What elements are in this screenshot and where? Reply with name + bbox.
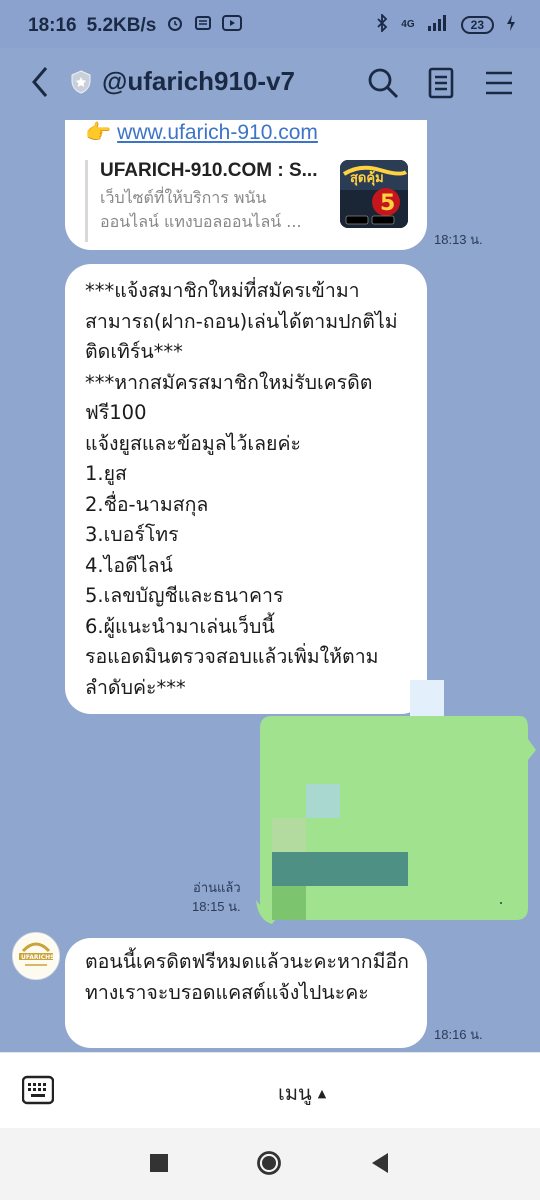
charging-icon (506, 15, 516, 34)
system-navigation-bar (0, 1128, 540, 1200)
search-icon[interactable] (366, 66, 400, 100)
bluetooth-icon (375, 12, 389, 35)
message-notification-icon (194, 14, 212, 38)
svg-text:5: 5 (380, 191, 395, 216)
read-status: อ่านแล้ว (193, 880, 241, 895)
read-receipt: อ่านแล้ว 18:15 น. (192, 878, 241, 916)
user-message-bubble[interactable] (250, 680, 540, 925)
alarm-icon (166, 14, 184, 38)
recent-apps-icon[interactable] (146, 1150, 172, 1176)
status-time: 18:16 (28, 15, 77, 36)
menu-label: เมนู (278, 1081, 312, 1105)
rich-menu-bar: เมนู ▲ (0, 1052, 540, 1129)
website-link[interactable]: www.ufarich-910.com (117, 121, 318, 145)
menu-toggle-button[interactable]: เมนู ▲ (278, 1077, 326, 1109)
battery-level: 23 (460, 15, 494, 34)
network-speed: 5.2KB/s (86, 15, 157, 36)
user-message-time: 18:15 น. (192, 899, 241, 914)
signal-icon (427, 15, 449, 34)
preview-description: เว็บไซต์ที่ให้บริการ พนันออนไลน์ แทงบอลอ… (100, 188, 302, 231)
link-row: 👉 www.ufarich-910.com (85, 120, 318, 145)
back-nav-icon[interactable] (368, 1150, 394, 1176)
account-avatar[interactable]: UFARICH910 (12, 932, 60, 980)
shield-star-icon (70, 70, 92, 94)
link-message-bubble[interactable]: 👉 www.ufarich-910.com UFARICH-910.COM : … (65, 120, 427, 250)
home-icon[interactable] (256, 1150, 282, 1176)
notes-icon[interactable] (424, 66, 458, 100)
reply-time: 18:16 น. (434, 1027, 483, 1042)
pointing-hand-icon: 👉 (85, 120, 112, 144)
caret-up-icon: ▲ (317, 1086, 327, 1100)
reply-message-bubble[interactable]: ตอนนี้เครดิตฟรีหมดแล้วนะคะหากมีอีกทางเรา… (65, 938, 427, 1048)
announcement-message-bubble[interactable]: ***แจ้งสมาชิกใหม่ที่สมัครเข้ามาสามารถ(ฝา… (65, 264, 427, 714)
chat-header: @ufarich910-v7 (0, 48, 540, 120)
video-notification-icon (222, 14, 243, 38)
preview-thumbnail: สุดคุ้ม 5 (340, 160, 408, 228)
message-time: 18:13 น. (434, 232, 483, 247)
svg-text:UFARICH910: UFARICH910 (21, 954, 59, 961)
status-bar: 18:16 5.2KB/s 4G 23 (0, 0, 540, 48)
back-arrow-icon[interactable] (26, 62, 56, 102)
reply-text: ตอนนี้เครดิตฟรีหมดแล้วนะคะหากมีอีกทางเรา… (85, 950, 409, 1004)
menu-icon[interactable] (482, 66, 516, 100)
network-type: 4G (401, 19, 415, 30)
announcement-text: ***แจ้งสมาชิกใหม่ที่สมัครเข้ามาสามารถ(ฝา… (85, 279, 398, 699)
preview-title: UFARICH-910.COM : S... (100, 160, 318, 181)
svg-text:สุดคุ้ม: สุดคุ้ม (350, 170, 384, 186)
chat-title: @ufarich910-v7 (102, 66, 295, 96)
keyboard-icon[interactable] (21, 1075, 55, 1105)
link-preview-card[interactable]: UFARICH-910.COM : S... เว็บไซต์ที่ให้บริ… (85, 160, 410, 242)
